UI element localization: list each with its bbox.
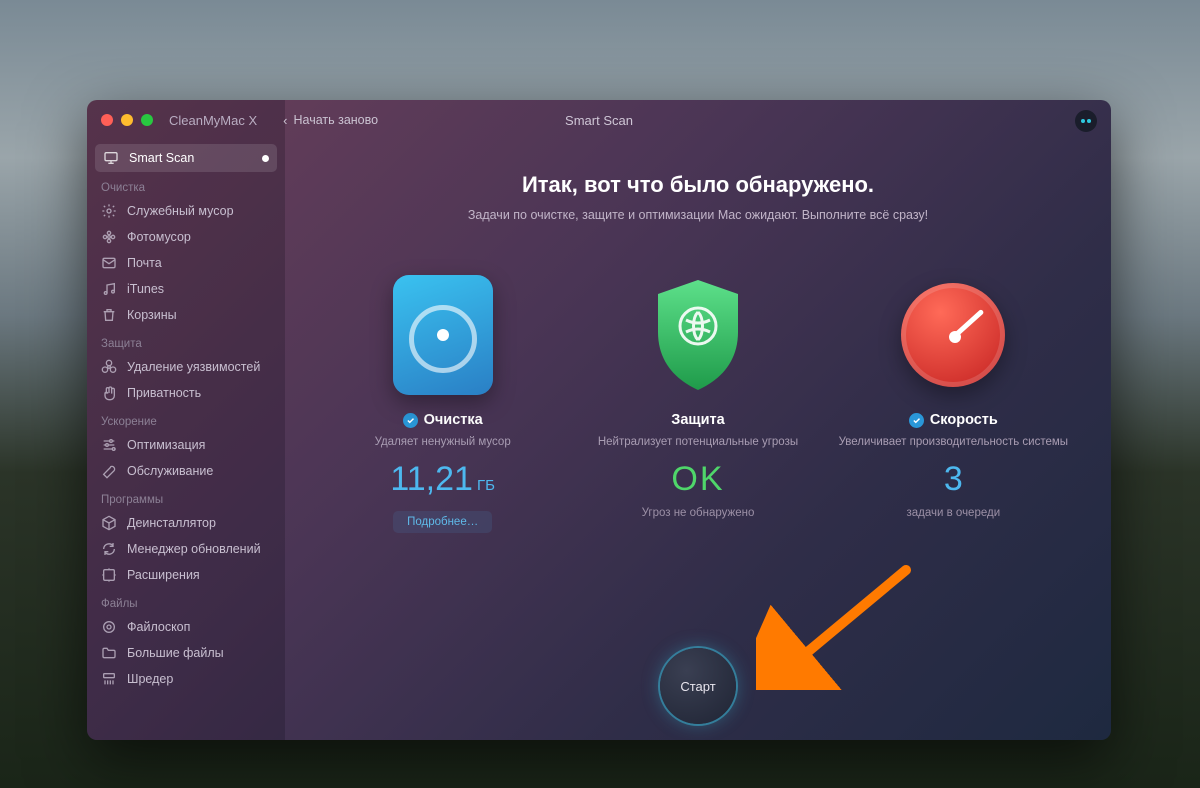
music-icon	[101, 281, 117, 297]
close-icon[interactable]	[101, 114, 113, 126]
sidebar-item-space-lens[interactable]: Файлоскоп	[87, 614, 285, 640]
protection-desc: Нейтрализует потенциальные угрозы	[598, 434, 798, 450]
sidebar-item-itunes[interactable]: iTunes	[87, 276, 285, 302]
cleanup-card: Очистка Удаляет ненужный мусор 11,21ГБ П…	[323, 270, 563, 533]
sidebar-item-mail[interactable]: Почта	[87, 250, 285, 276]
start-over-label: Начать заново	[293, 113, 378, 127]
minimize-icon[interactable]	[121, 114, 133, 126]
sidebar-item-smart-scan[interactable]: Smart Scan	[95, 144, 277, 172]
main-content: Итак, вот что было обнаружено. Задачи по…	[285, 100, 1111, 740]
active-indicator	[262, 155, 269, 162]
flower-icon	[101, 229, 117, 245]
zoom-icon[interactable]	[141, 114, 153, 126]
sidebar-item-label: Почта	[127, 256, 162, 270]
mail-icon	[101, 255, 117, 271]
gear-icon	[101, 203, 117, 219]
sidebar-item-label: Обслуживание	[127, 464, 213, 478]
sidebar-item-label: Деинсталлятор	[127, 516, 216, 530]
sidebar-item-updater[interactable]: Менеджер обновлений	[87, 536, 285, 562]
sidebar-item-extensions[interactable]: Расширения	[87, 562, 285, 588]
window-title: Smart Scan	[565, 113, 633, 128]
sidebar-item-label: Расширения	[127, 568, 200, 582]
titlebar: CleanMyMac X ‹ Начать заново Smart Scan	[87, 100, 1111, 140]
sidebar-item-label: Приватность	[127, 386, 201, 400]
sidebar-item-trash[interactable]: Корзины	[87, 302, 285, 328]
assistant-button[interactable]	[1075, 110, 1097, 132]
speed-title: Скорость	[930, 412, 998, 428]
check-icon	[909, 413, 924, 428]
cleanup-desc: Удаляет ненужный мусор	[375, 434, 511, 450]
sidebar-item-label: Менеджер обновлений	[127, 542, 261, 556]
sliders-icon	[101, 437, 117, 453]
trash-icon	[101, 307, 117, 323]
folder-icon	[101, 645, 117, 661]
sidebar-item-optimization[interactable]: Оптимизация	[87, 432, 285, 458]
sidebar-item-label: Smart Scan	[129, 151, 194, 165]
display-icon	[103, 150, 119, 166]
sidebar: Smart Scan Очистка Служебный мусор Фотом…	[87, 100, 285, 740]
gauge-illustration	[898, 270, 1008, 400]
shredder-icon	[101, 671, 117, 687]
biohazard-icon	[101, 359, 117, 375]
sidebar-item-label: iTunes	[127, 282, 164, 296]
protection-card: Защита Нейтрализует потенциальные угрозы…	[578, 270, 818, 533]
speed-value: 3	[944, 460, 963, 499]
speed-desc: Увеличивает производительность системы	[839, 434, 1068, 450]
traffic-lights	[87, 114, 153, 126]
sidebar-item-label: Большие файлы	[127, 646, 224, 660]
sidebar-item-uninstaller[interactable]: Деинсталлятор	[87, 510, 285, 536]
page-title: Итак, вот что было обнаружено.	[315, 172, 1081, 198]
speed-foot: задачи в очереди	[906, 507, 1000, 519]
chevron-left-icon: ‹	[283, 113, 287, 128]
protection-foot: Угроз не обнаружено	[642, 507, 755, 519]
box-icon	[101, 515, 117, 531]
sidebar-heading: Очистка	[87, 172, 285, 198]
page-subtitle: Задачи по очистке, защите и оптимизации …	[315, 208, 1081, 222]
sidebar-item-label: Фотомусор	[127, 230, 191, 244]
lens-icon	[101, 619, 117, 635]
cleanup-title: Очистка	[424, 412, 483, 428]
puzzle-icon	[101, 567, 117, 583]
sidebar-heading: Программы	[87, 484, 285, 510]
sidebar-heading: Файлы	[87, 588, 285, 614]
sidebar-item-label: Служебный мусор	[127, 204, 234, 218]
check-icon	[403, 413, 418, 428]
sidebar-item-privacy[interactable]: Приватность	[87, 380, 285, 406]
app-window: CleanMyMac X ‹ Начать заново Smart Scan …	[87, 100, 1111, 740]
sidebar-item-malware[interactable]: Удаление уязвимостей	[87, 354, 285, 380]
sidebar-item-label: Корзины	[127, 308, 177, 322]
start-button[interactable]: Старт	[660, 648, 736, 724]
shield-illustration	[643, 270, 753, 400]
disk-illustration	[388, 270, 498, 400]
protection-value: OK	[671, 460, 724, 499]
speed-card: Скорость Увеличивает производительность …	[833, 270, 1073, 533]
protection-title: Защита	[671, 412, 724, 428]
cleanup-more-button[interactable]: Подробнее…	[393, 511, 492, 533]
result-cards: Очистка Удаляет ненужный мусор 11,21ГБ П…	[315, 270, 1081, 533]
sidebar-item-maintenance[interactable]: Обслуживание	[87, 458, 285, 484]
sidebar-item-photo-junk[interactable]: Фотомусор	[87, 224, 285, 250]
sidebar-item-large-files[interactable]: Большие файлы	[87, 640, 285, 666]
annotation-arrow-icon	[756, 560, 916, 690]
sidebar-heading: Защита	[87, 328, 285, 354]
start-label: Старт	[680, 679, 715, 694]
hand-icon	[101, 385, 117, 401]
sidebar-item-label: Шредер	[127, 672, 173, 686]
app-title: CleanMyMac X	[169, 113, 257, 128]
sidebar-heading: Ускорение	[87, 406, 285, 432]
refresh-icon	[101, 541, 117, 557]
sidebar-item-label: Оптимизация	[127, 438, 205, 452]
sidebar-item-shredder[interactable]: Шредер	[87, 666, 285, 692]
sidebar-item-label: Удаление уязвимостей	[127, 360, 260, 374]
cleanup-value: 11,21ГБ	[390, 460, 495, 499]
wrench-icon	[101, 463, 117, 479]
sidebar-item-label: Файлоскоп	[127, 620, 190, 634]
start-over-button[interactable]: ‹ Начать заново	[283, 113, 378, 128]
sidebar-item-system-junk[interactable]: Служебный мусор	[87, 198, 285, 224]
